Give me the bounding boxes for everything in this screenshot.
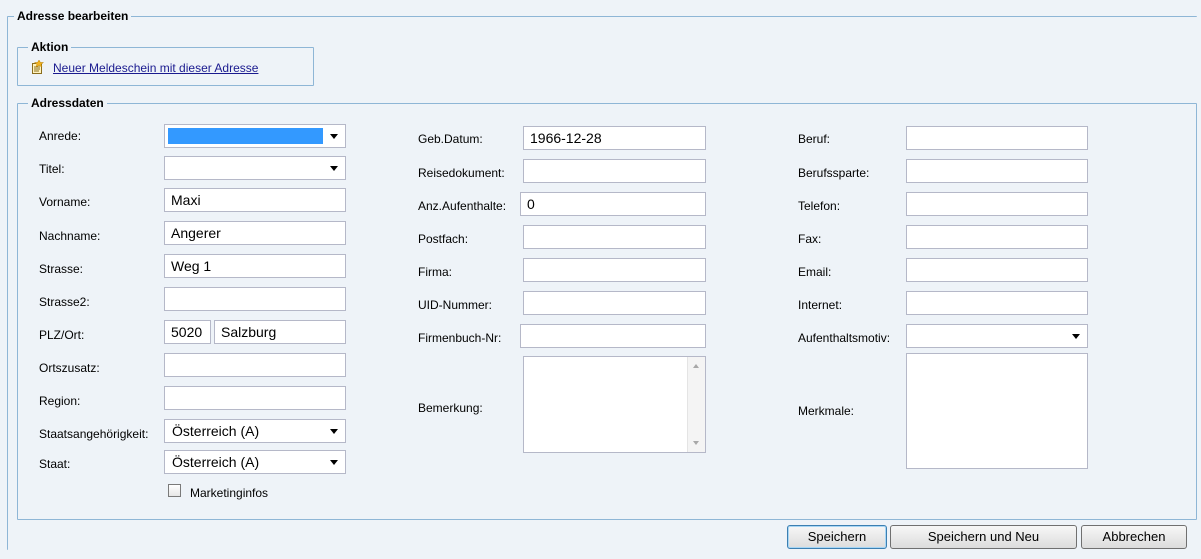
berufssparte-label: Berufssparte: [798,166,870,180]
staat-select[interactable]: Österreich (A) [164,450,346,474]
plzort-label: PLZ/Ort: [39,328,85,342]
berufssparte-field[interactable] [906,159,1088,183]
chevron-down-icon [330,460,338,465]
merkmale-label: Merkmale: [798,404,855,418]
postfach-field[interactable] [523,225,706,249]
bemerkung-textarea[interactable] [523,356,706,453]
anrede-select[interactable] [164,124,346,148]
staatsangehoerigkeit-select[interactable]: Österreich (A) [164,419,346,443]
aufenthaltsmotiv-select[interactable] [906,324,1088,348]
marketinginfos-label: Marketinginfos [190,486,269,500]
postfach-label: Postfach: [418,232,469,246]
internet-label: Internet: [798,298,843,312]
titel-select[interactable] [164,156,346,180]
telefon-field[interactable] [906,192,1088,216]
titel-label: Titel: [39,162,65,176]
region-field[interactable] [164,386,346,410]
chevron-down-icon [330,166,338,171]
gebdatum-label: Geb.Datum: [418,132,483,146]
scroll-down-icon[interactable] [693,441,699,445]
uid-nummer-label: UID-Nummer: [418,298,492,312]
aktion-title: Aktion [28,40,72,54]
fax-label: Fax: [798,232,822,246]
firma-label: Firma: [418,265,452,279]
staatsangehoerigkeit-label: Staatsangehörigkeit: [39,427,149,441]
staat-label: Staat: [39,457,71,471]
firma-field[interactable] [523,258,706,282]
reisedokument-field[interactable] [523,159,706,183]
cancel-button[interactable]: Abbrechen [1081,525,1187,549]
ortszusatz-field[interactable] [164,353,346,377]
save-button[interactable]: Speichern [787,525,887,549]
strasse2-label: Strasse2: [39,295,90,309]
marketinginfos-checkbox[interactable] [168,484,181,497]
beruf-label: Beruf: [798,132,831,146]
ort-field[interactable]: Salzburg [214,320,346,344]
nachname-field[interactable]: Angerer [164,221,346,245]
uid-nummer-field[interactable] [523,291,706,315]
gebdatum-field[interactable]: 1966-12-28 [523,126,706,150]
anrede-label: Anrede: [39,129,82,143]
strasse2-field[interactable] [164,287,346,311]
plz-field[interactable]: 5020 [164,320,211,344]
beruf-field[interactable] [906,126,1088,150]
vorname-field[interactable]: Maxi [164,188,346,212]
save-and-new-button[interactable]: Speichern und Neu [890,525,1077,549]
email-label: Email: [798,265,832,279]
adresse-bearbeiten-title: Adresse bearbeiten [14,9,132,23]
aufenthaltsmotiv-label: Aufenthaltsmotiv: [798,331,891,345]
bemerkung-label: Bemerkung: [418,401,483,415]
bemerkung-scrollbar[interactable] [687,357,705,452]
staatsangehoerigkeit-value: Österreich (A) [172,423,260,439]
anz-aufenthalte-field[interactable]: 0 [520,192,706,216]
strasse-field[interactable]: Weg 1 [164,254,346,278]
firmenbuch-field[interactable] [520,324,706,348]
ortszusatz-label: Ortszusatz: [39,361,100,375]
chevron-down-icon [1072,334,1080,339]
chevron-down-icon [330,134,338,139]
internet-field[interactable] [906,291,1088,315]
region-label: Region: [39,394,81,408]
staat-value: Österreich (A) [172,454,260,470]
new-document-icon[interactable] [30,59,45,74]
fax-field[interactable] [906,225,1088,249]
vorname-label: Vorname: [39,195,91,209]
merkmale-textarea[interactable] [906,353,1088,469]
nachname-label: Nachname: [39,229,101,243]
adressdaten-title: Adressdaten [28,96,107,110]
anz-aufenthalte-label: Anz.Aufenthalte: [418,199,507,213]
telefon-label: Telefon: [798,199,841,213]
chevron-down-icon [330,429,338,434]
reisedokument-label: Reisedokument: [418,166,505,180]
firmenbuch-label: Firmenbuch-Nr: [418,331,502,345]
anrede-selection-highlight [168,128,323,144]
strasse-label: Strasse: [39,262,84,276]
scroll-up-icon[interactable] [693,364,699,368]
new-meldeschein-link[interactable]: Neuer Meldeschein mit dieser Adresse [53,61,258,75]
email-field[interactable] [906,258,1088,282]
